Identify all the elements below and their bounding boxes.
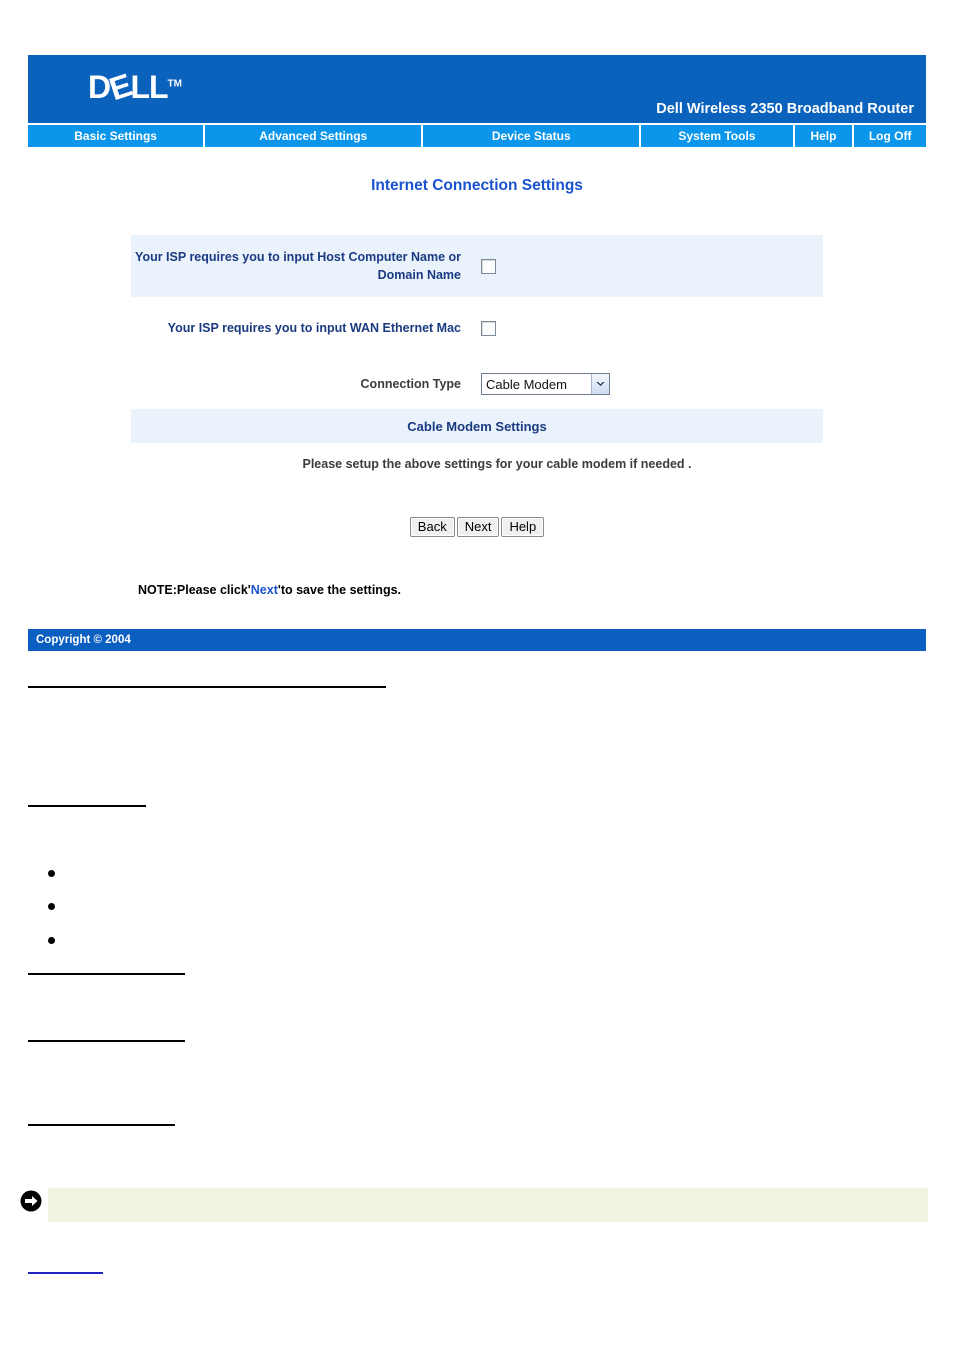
checkbox-host-or-domain-name[interactable] bbox=[481, 259, 496, 275]
copyright-bar: Copyright © 2004 bbox=[28, 629, 926, 651]
header-banner: DELLTM Dell Wireless 2350 Broadband Rout… bbox=[28, 55, 926, 125]
nav-tab-system-tools[interactable]: System Tools bbox=[641, 125, 793, 147]
nav-tab-log-off[interactable]: Log Off bbox=[854, 125, 926, 147]
section-rule-4 bbox=[28, 1040, 185, 1042]
nav-tab-advanced-settings[interactable]: Advanced Settings bbox=[205, 125, 422, 147]
save-note-suffix: 'to save the settings. bbox=[277, 583, 402, 597]
table-row-host-name: Your ISP requires you to input Host Comp… bbox=[131, 235, 823, 297]
arrow-right-circle-icon bbox=[20, 1190, 42, 1212]
cell-host-name-control bbox=[471, 235, 823, 297]
nav-tab-device-status[interactable]: Device Status bbox=[423, 125, 640, 147]
button-row: Back Next Help bbox=[28, 517, 926, 537]
select-connection-type-value: Cable Modem bbox=[486, 376, 567, 392]
select-connection-type[interactable]: Cable Modem bbox=[481, 373, 610, 395]
label-host-or-domain-name: Your ISP requires you to input Host Comp… bbox=[131, 235, 471, 297]
next-button[interactable]: Next bbox=[456, 517, 500, 537]
table-row-connection-type: Connection Type Cable Modem bbox=[131, 359, 823, 409]
save-note-emphasis: Next bbox=[250, 583, 278, 597]
dell-logo: DELLTM bbox=[88, 66, 182, 108]
section-heading-cable-modem: Cable Modem Settings bbox=[131, 409, 823, 443]
helper-text: Please setup the above settings for your… bbox=[302, 457, 692, 471]
settings-table: Your ISP requires you to input Host Comp… bbox=[131, 235, 823, 443]
nav-tab-help[interactable]: Help bbox=[794, 125, 853, 147]
page-content: Internet Connection Settings Your ISP re… bbox=[28, 147, 926, 651]
list-item-bullet-1 bbox=[48, 870, 55, 877]
save-note: NOTE:Please click'Next'to save the setti… bbox=[138, 583, 926, 597]
back-button[interactable]: Back bbox=[409, 517, 455, 537]
section-rule-1 bbox=[28, 686, 386, 688]
trademark-symbol: TM bbox=[167, 78, 182, 90]
list-item-bullet-3 bbox=[48, 937, 55, 944]
section-rule-5 bbox=[28, 1124, 175, 1126]
save-note-prefix: NOTE:Please click' bbox=[138, 583, 251, 597]
label-wan-ethernet-mac: Your ISP requires you to input WAN Ether… bbox=[167, 320, 461, 335]
help-button[interactable]: Help bbox=[501, 517, 545, 537]
section-rule-2 bbox=[28, 805, 146, 807]
nav-tab-basic-settings[interactable]: Basic Settings bbox=[28, 125, 204, 147]
section-rule-3 bbox=[28, 973, 185, 975]
table-row-section-heading: Cable Modem Settings bbox=[131, 409, 823, 443]
cell-wan-mac-control bbox=[471, 297, 823, 359]
product-title: Dell Wireless 2350 Broadband Router bbox=[656, 101, 914, 117]
note-callout-box bbox=[48, 1188, 928, 1222]
checkbox-wan-ethernet-mac[interactable] bbox=[481, 321, 496, 337]
main-navigation: Basic Settings Advanced Settings Device … bbox=[28, 125, 926, 147]
cell-connection-type-control: Cable Modem bbox=[471, 359, 823, 409]
page-title: Internet Connection Settings bbox=[371, 177, 583, 194]
list-item-bullet-2 bbox=[48, 903, 55, 910]
chevron-down-icon[interactable] bbox=[591, 374, 609, 394]
table-row-wan-mac: Your ISP requires you to input WAN Ether… bbox=[131, 297, 823, 359]
dell-logo-text: DELL bbox=[88, 66, 169, 108]
label-connection-type: Connection Type bbox=[360, 376, 461, 391]
bottom-link-rule[interactable] bbox=[28, 1272, 103, 1274]
router-admin-page: DELLTM Dell Wireless 2350 Broadband Rout… bbox=[28, 55, 926, 651]
